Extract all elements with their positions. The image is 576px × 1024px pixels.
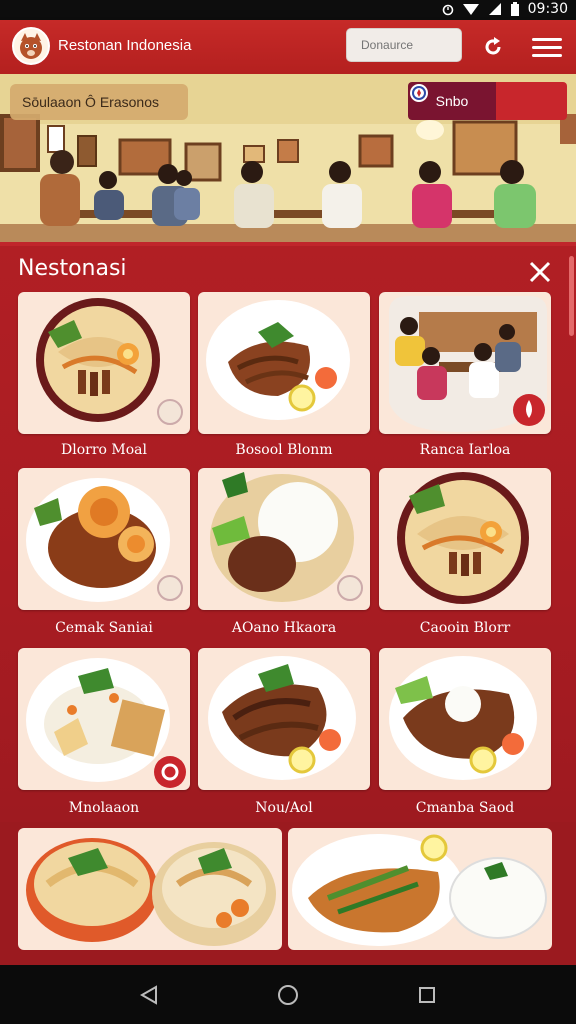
menu-item-card[interactable] — [198, 648, 370, 790]
menu-item-label: Nou/Aol — [255, 800, 313, 816]
rice-meat-image — [210, 472, 363, 602]
featured-card[interactable] — [288, 828, 552, 950]
menu-item-card[interactable] — [379, 648, 551, 790]
menu-item-card[interactable] — [18, 468, 190, 610]
noodle-bowl-image — [397, 472, 529, 604]
wifi-icon — [462, 4, 479, 15]
signal-icon — [488, 3, 501, 15]
fried-rice-image — [26, 658, 186, 788]
menu-item-card[interactable] — [18, 292, 190, 434]
egg-curry-image — [26, 478, 183, 602]
restaurant-logo[interactable] — [12, 27, 50, 65]
home-button[interactable] — [268, 975, 308, 1015]
refresh-icon — [485, 37, 501, 55]
menu-item-card[interactable] — [379, 468, 551, 610]
status-time: 09:30 — [527, 1, 568, 17]
app-title: Restonan Indonesia — [58, 37, 192, 54]
menu-item-label: Ranca Iarloa — [419, 442, 511, 458]
satay-chicken-image — [208, 656, 356, 780]
battery-icon — [510, 1, 519, 16]
search-input[interactable] — [346, 28, 462, 62]
noodle-bowls-image — [26, 838, 276, 946]
menu-item-label: Cmanba Saod — [415, 800, 515, 816]
hero-info-chip[interactable]: Sōulaaon Ô Erasonos — [10, 84, 188, 120]
menu-item-label: Caooin Blorr — [419, 620, 511, 636]
restaurant-hero-image: Sōulaaon Ô Erasonos Snbo — [0, 74, 576, 246]
scrollbar[interactable] — [569, 256, 574, 336]
recents-button[interactable] — [407, 975, 447, 1015]
close-icon[interactable] — [526, 258, 554, 286]
menu-item-card[interactable] — [18, 648, 190, 790]
menu-icon-bar — [532, 53, 562, 57]
system-nav-bar — [0, 965, 576, 1024]
menu-panel: Nestonasi Dlorro Moal Bosool Blonm Ranca… — [0, 246, 576, 822]
featured-row — [0, 822, 576, 965]
mascot-icon — [20, 33, 42, 59]
hero-toggle[interactable]: Snbo — [408, 82, 567, 120]
status-bar: 09:30 — [0, 0, 576, 20]
dining-people-image — [389, 296, 547, 432]
grilled-chicken-image — [206, 300, 350, 420]
app-bar: Restonan Indonesia — [0, 20, 576, 74]
menu-item-label: Cemak Saniai — [55, 620, 153, 636]
menu-item-card[interactable] — [198, 292, 370, 434]
menu-item-label: Mnolaaon — [68, 800, 140, 816]
chicken-rice-plate-image — [292, 834, 547, 946]
alarm-icon — [442, 4, 453, 16]
featured-card[interactable] — [18, 828, 282, 950]
menu-item-label: Bosool Blonm — [235, 442, 333, 458]
recents-icon — [418, 986, 435, 1003]
status-icons: 09:30 — [442, 1, 568, 17]
menu-item-label: Dlorro Moal — [61, 442, 147, 458]
menu-icon-bar — [532, 45, 562, 49]
home-icon — [277, 984, 298, 1005]
back-icon — [140, 984, 158, 1005]
menu-item-card[interactable] — [198, 468, 370, 610]
noodle-dish-image — [36, 298, 183, 425]
mixed-platter-image — [389, 656, 537, 780]
menu-item-label: AOano Hkaora — [231, 620, 337, 636]
compass-icon — [410, 84, 428, 102]
menu-button[interactable] — [532, 32, 562, 62]
back-button[interactable] — [129, 975, 169, 1015]
menu-item-card[interactable] — [379, 292, 551, 434]
menu-icon-bar — [532, 37, 562, 41]
refresh-button[interactable] — [478, 32, 508, 62]
compass-button[interactable] — [410, 82, 567, 120]
panel-title: Nestonasi — [18, 256, 127, 281]
